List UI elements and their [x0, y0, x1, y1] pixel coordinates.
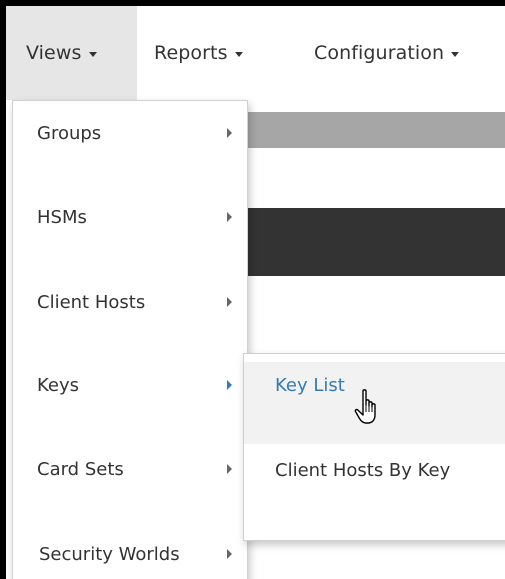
chevron-right-icon [227, 128, 232, 138]
submenu-item-client-hosts-by-key[interactable]: Client Hosts By Key [244, 450, 505, 490]
menu-item-label: Groups [37, 122, 102, 144]
menu-item-keys[interactable]: Keys [13, 365, 247, 405]
menu-item-security-worlds[interactable]: Security Worlds [13, 534, 247, 574]
nav-views-label: Views [26, 42, 82, 64]
menu-item-label: Keys [37, 374, 80, 396]
menu-item-label: Card Sets [37, 458, 124, 480]
menu-item-label: HSMs [37, 206, 87, 228]
submenu-item-label: Key List [275, 375, 345, 396]
chevron-right-icon [227, 464, 232, 474]
top-navbar: Views Reports Configuration [6, 6, 505, 100]
content-header-bar [242, 112, 505, 148]
chevron-right-icon [227, 297, 232, 307]
keys-submenu: Key List Client Hosts By Key [243, 353, 505, 541]
menu-item-card-sets[interactable]: Card Sets [13, 449, 247, 489]
chevron-right-icon [227, 380, 232, 390]
app-frame: Views Reports Configuration Groups HSMs … [6, 6, 505, 579]
caret-down-icon [88, 51, 97, 57]
chevron-right-icon [227, 549, 232, 559]
content-dark-bar [242, 208, 505, 276]
menu-item-label: Security Worlds [39, 543, 180, 565]
nav-configuration[interactable]: Configuration [314, 6, 460, 100]
menu-item-hsms[interactable]: HSMs [13, 197, 247, 237]
chevron-right-icon [227, 212, 232, 222]
nav-configuration-label: Configuration [314, 42, 445, 64]
views-dropdown-menu: Groups HSMs Client Hosts Keys Card Sets … [12, 100, 248, 579]
hand-pointer-icon [354, 389, 376, 424]
caret-down-icon [451, 51, 460, 57]
nav-reports-label: Reports [154, 42, 228, 64]
nav-views[interactable]: Views [6, 6, 137, 100]
menu-item-client-hosts[interactable]: Client Hosts [13, 282, 247, 322]
menu-item-groups[interactable]: Groups [13, 113, 247, 153]
menu-item-label: Client Hosts [37, 291, 146, 313]
caret-down-icon [234, 51, 243, 57]
submenu-item-label: Client Hosts By Key [275, 459, 451, 481]
nav-reports[interactable]: Reports [154, 6, 243, 100]
